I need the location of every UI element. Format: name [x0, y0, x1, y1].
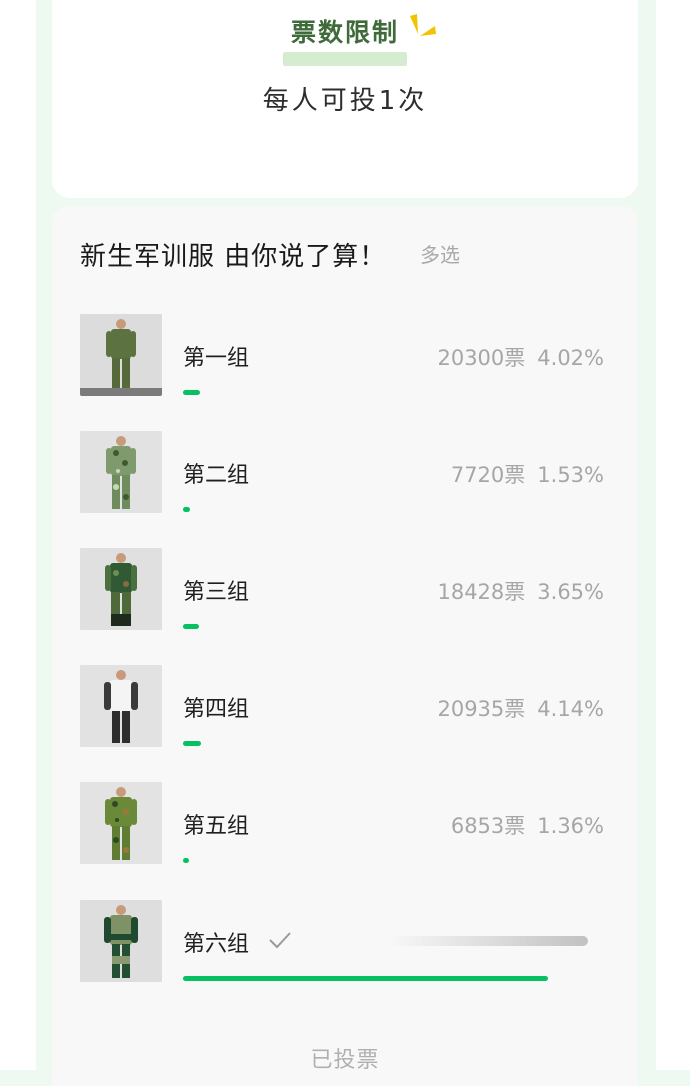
option-label: 第六组: [183, 932, 250, 957]
page-margin-right: [656, 0, 690, 1070]
vote-bar: [183, 741, 201, 746]
vote-count: 18428票: [437, 580, 526, 604]
vote-count: 6853票: [450, 814, 526, 838]
option-photo: [80, 782, 162, 864]
vote-count: 20300票: [437, 346, 526, 370]
poll-title: 新生军训服 由你说了算！: [80, 242, 387, 272]
option-photo: [80, 314, 162, 396]
vote-bar: [183, 624, 199, 629]
vote-bar: [183, 858, 189, 863]
option-label: 第一组: [183, 346, 250, 371]
poll-option[interactable]: 第二组 7720票 1.53%: [80, 431, 620, 527]
option-photo: [80, 548, 162, 630]
vote-bar: [183, 390, 200, 395]
option-stats: 20300票 4.02%: [437, 342, 604, 372]
poll-mode-label: 多选: [420, 243, 460, 267]
poll-option[interactable]: 第三组 18428票 3.65%: [80, 548, 620, 644]
option-label: 第四组: [183, 697, 250, 722]
obscured-stats: [388, 936, 588, 946]
poll-option[interactable]: 第五组 6853票 1.36%: [80, 782, 620, 878]
option-photo: [80, 900, 162, 982]
option-stats: 7720票 1.53%: [451, 459, 604, 489]
option-label: 第二组: [183, 463, 250, 488]
vote-bar-selected: [183, 976, 548, 981]
poll-option-selected[interactable]: 第六组: [80, 900, 620, 996]
option-stats: 20935票 4.14%: [437, 693, 604, 723]
poll-panel: 新生军训服 由你说了算！ 多选 第一组 20300票 4.02% 第二组 772…: [52, 206, 638, 1086]
option-photo: [80, 431, 162, 513]
voted-status: 已投票: [310, 1048, 380, 1073]
poll-option[interactable]: 第四组 20935票 4.14%: [80, 665, 620, 761]
option-stats: 6853票 1.36%: [451, 810, 604, 840]
vote-limit-heading: 票数限制: [290, 18, 399, 47]
poll-option[interactable]: 第一组 20300票 4.02%: [80, 314, 620, 410]
option-label: 第三组: [183, 580, 250, 605]
spark-icon: [410, 14, 436, 36]
option-label: 第五组: [183, 814, 250, 839]
option-photo: [80, 665, 162, 747]
vote-percent: 4.14%: [537, 697, 604, 721]
heading-underline: [282, 52, 407, 66]
vote-percent: 1.36%: [537, 814, 604, 838]
vote-percent: 3.65%: [537, 580, 604, 604]
option-stats: 18428票 3.65%: [437, 576, 604, 606]
vote-count: 7720票: [450, 463, 526, 487]
vote-count: 20935票: [437, 697, 526, 721]
check-icon: [269, 932, 291, 949]
vote-percent: 4.02%: [537, 346, 604, 370]
vote-limit-text: 每人可投1次: [262, 86, 428, 116]
vote-bar: [183, 507, 190, 512]
vote-percent: 1.53%: [537, 463, 604, 487]
vote-limit-card: 票数限制 每人可投1次: [52, 0, 638, 198]
page-margin-left: [0, 0, 36, 1070]
